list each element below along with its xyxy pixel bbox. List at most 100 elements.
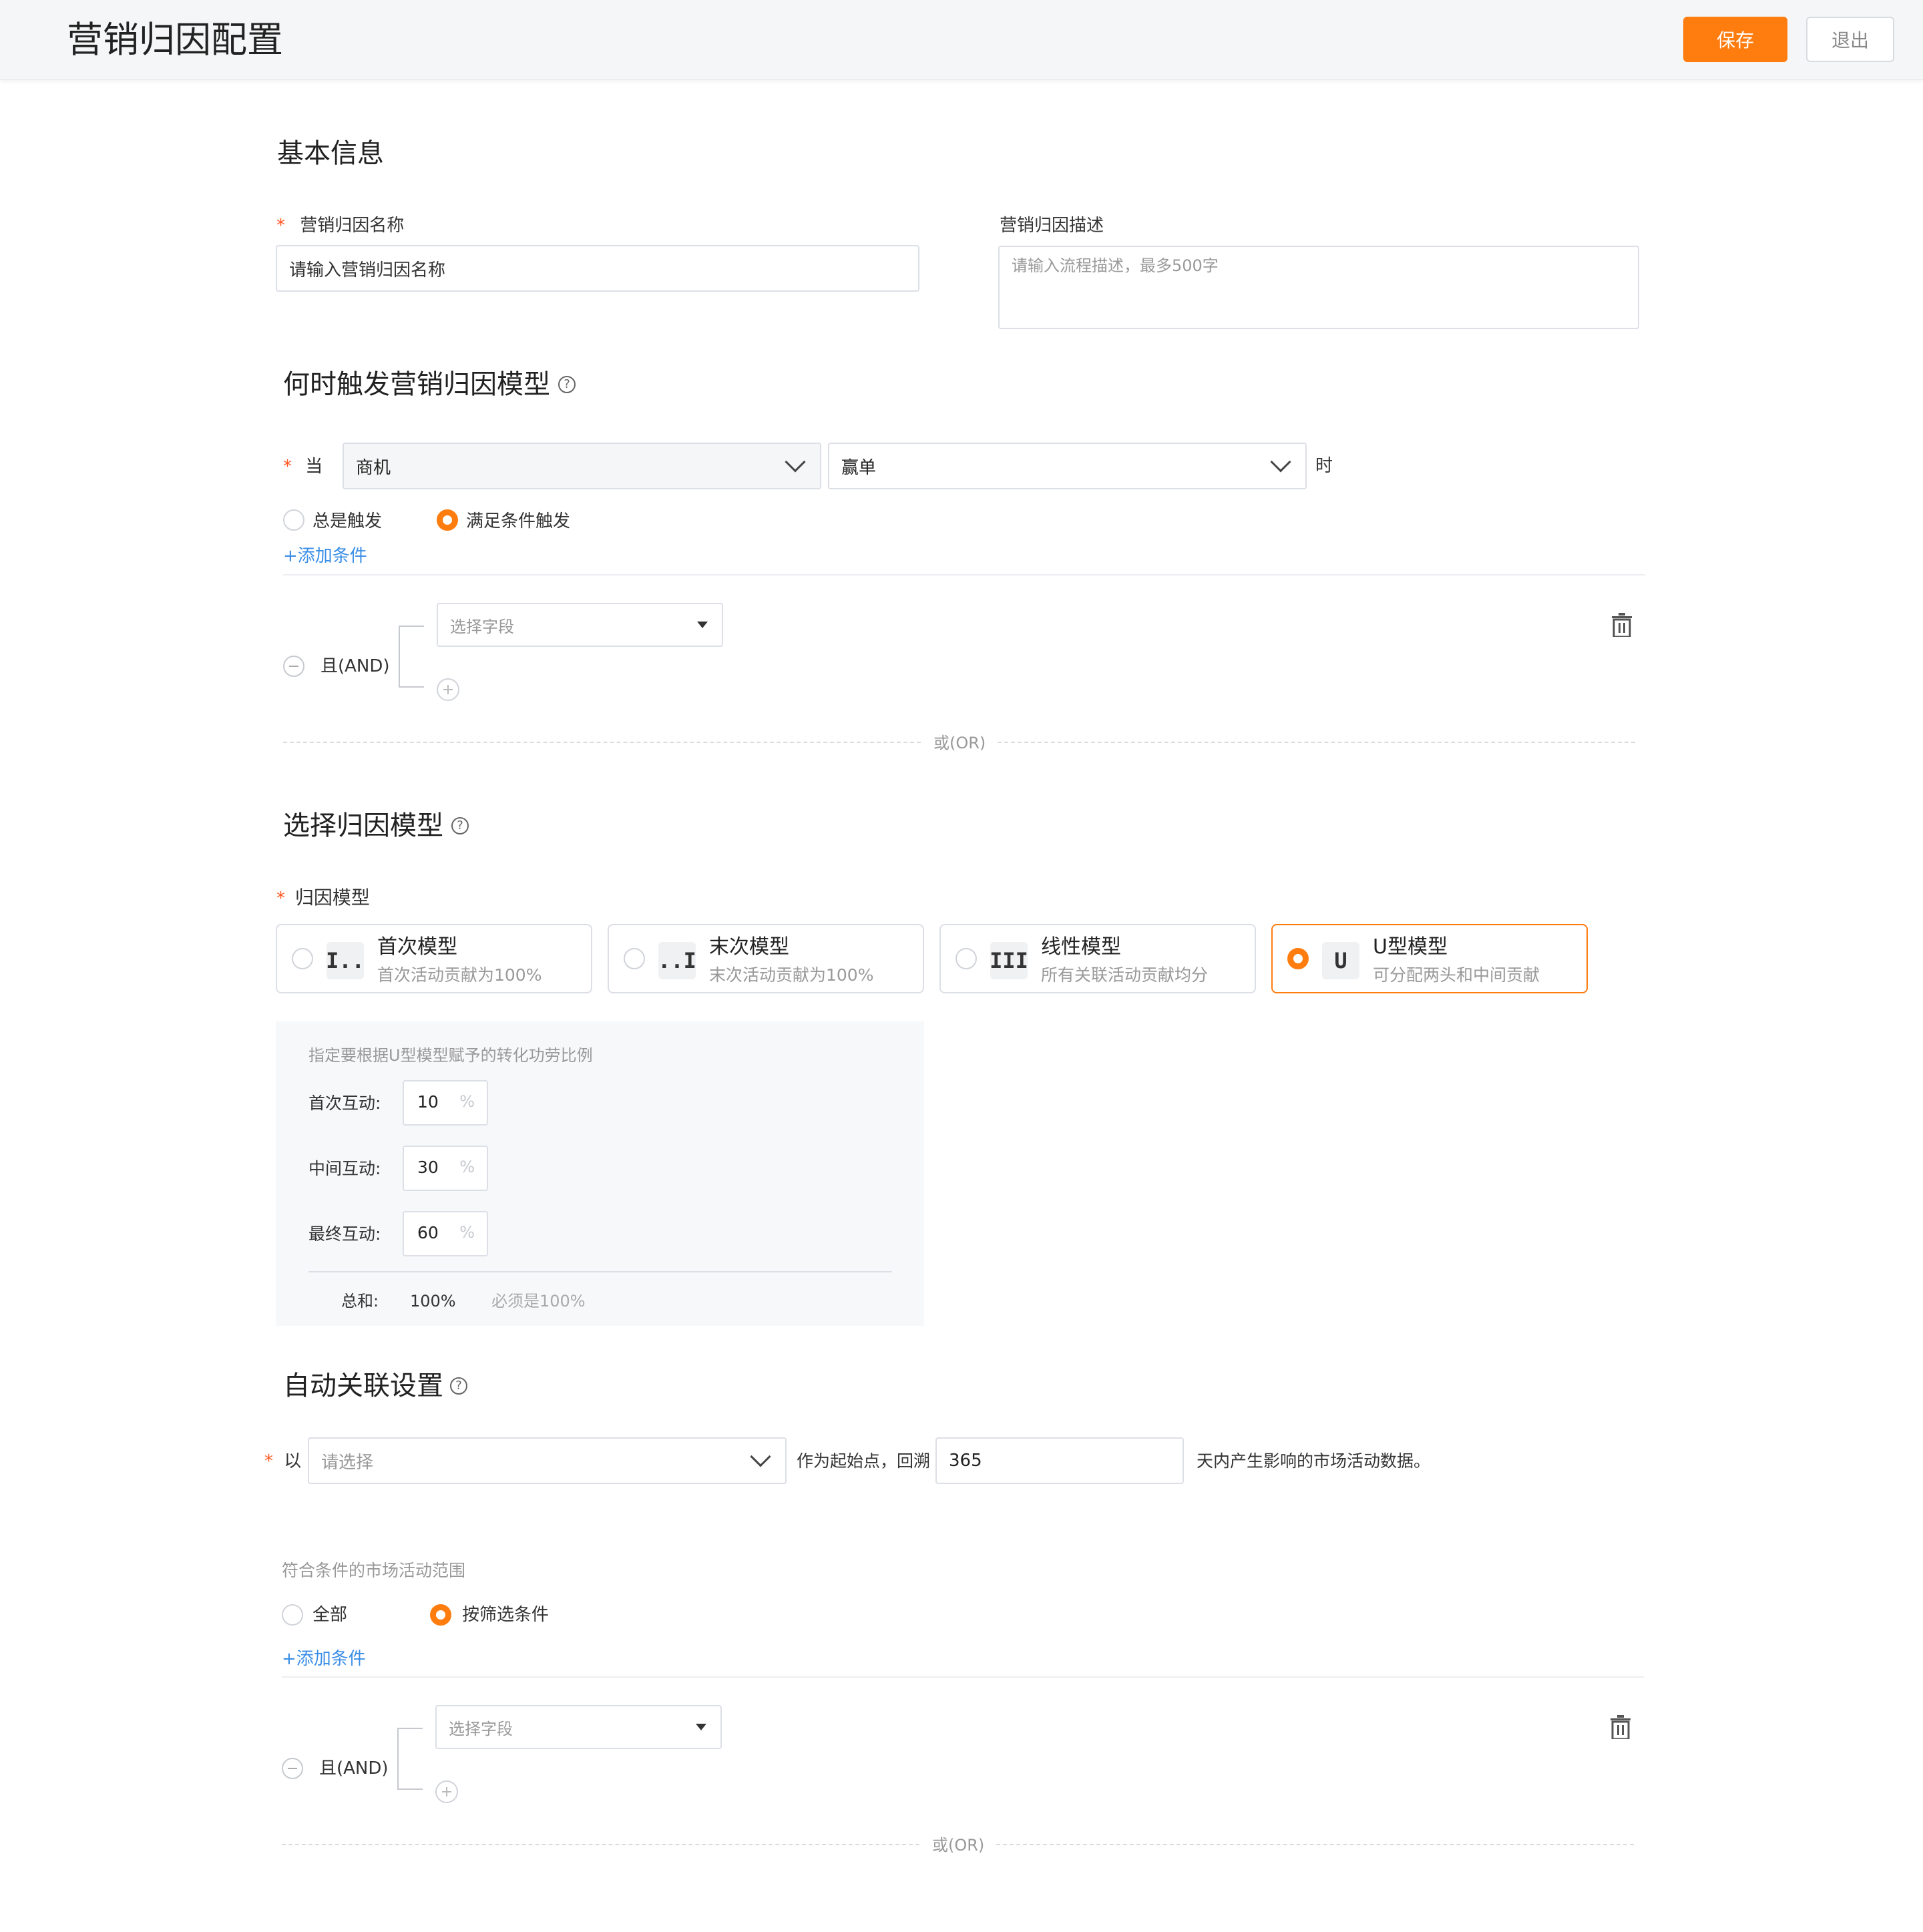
radio-always-trigger[interactable] bbox=[283, 509, 304, 531]
last-touch-value: 60 bbox=[417, 1223, 439, 1242]
lookback-suffix: 天内产生影响的市场活动数据。 bbox=[1197, 1451, 1431, 1471]
model-card[interactable]: U U型模型 可分配两头和中间贡献 bbox=[1271, 924, 1588, 993]
radio-filter[interactable] bbox=[430, 1604, 451, 1626]
name-label-text: 营销归因名称 bbox=[300, 216, 405, 236]
section-auto-association: 自动关联设置 bbox=[283, 1371, 443, 1401]
field-select-placeholder: 选择字段 bbox=[450, 617, 514, 636]
percent-unit: % bbox=[459, 1092, 475, 1111]
help-icon[interactable]: ? bbox=[451, 817, 469, 834]
chevron-down-icon bbox=[785, 451, 806, 473]
model-label: * 归因模型 bbox=[276, 886, 370, 911]
model-card-desc: 可分配两头和中间贡献 bbox=[1373, 965, 1540, 985]
radio-always-label: 总是触发 bbox=[312, 511, 383, 531]
last-touch-input[interactable]: 60 % bbox=[403, 1211, 488, 1256]
remove-group-icon[interactable] bbox=[282, 1758, 303, 1779]
linear-icon: III bbox=[990, 942, 1028, 979]
model-radio[interactable] bbox=[1287, 948, 1309, 969]
percent-unit: % bbox=[459, 1158, 475, 1176]
model-card-title: 末次模型 bbox=[709, 935, 789, 959]
model-label-text: 归因模型 bbox=[294, 887, 370, 909]
required-mark: * bbox=[283, 457, 292, 477]
page-title: 营销归因配置 bbox=[67, 19, 283, 61]
when-label: * 当 bbox=[283, 455, 323, 479]
model-card[interactable]: I.. 首次模型首次活动贡献为100% bbox=[276, 924, 592, 993]
section-basic-info: 基本信息 bbox=[277, 138, 384, 169]
add-condition-link[interactable]: +添加条件 bbox=[282, 1647, 366, 1671]
section-trigger: 何时触发营销归因模型 bbox=[283, 369, 550, 400]
model-card[interactable]: ..I 末次模型末次活动贡献为100% bbox=[608, 924, 924, 993]
model-card[interactable]: III 线性模型所有关联活动贡献均分 bbox=[939, 924, 1256, 993]
add-rule-icon[interactable] bbox=[437, 678, 459, 701]
chevron-down-icon bbox=[1270, 451, 1291, 473]
start-label-text: 以 bbox=[284, 1451, 302, 1471]
lookback-days-value: 365 bbox=[949, 1451, 982, 1471]
desc-label: 营销归因描述 bbox=[1000, 216, 1104, 236]
start-label: * 以 bbox=[264, 1449, 301, 1473]
help-icon[interactable]: ? bbox=[558, 376, 576, 393]
required-mark: * bbox=[276, 216, 285, 236]
first-touch-icon: I.. bbox=[326, 942, 365, 979]
save-button[interactable]: 保存 bbox=[1683, 17, 1787, 62]
delete-trash-icon[interactable] bbox=[1612, 613, 1632, 637]
chevron-down-icon bbox=[750, 1446, 771, 1467]
remove-group-icon[interactable] bbox=[283, 656, 304, 677]
desc-placeholder: 请输入流程描述，最多500字 bbox=[1012, 256, 1219, 275]
middle-touch-label: 中间互动: bbox=[308, 1159, 381, 1178]
required-mark: * bbox=[276, 889, 285, 909]
stage-select[interactable]: 赢单 bbox=[828, 443, 1307, 489]
and-bracket bbox=[399, 626, 424, 688]
divider bbox=[282, 1676, 1644, 1678]
name-input[interactable]: 请输入营销归因名称 bbox=[276, 245, 919, 292]
caret-down-icon bbox=[696, 1724, 706, 1730]
section-model: 选择归因模型 bbox=[283, 810, 443, 841]
model-radio[interactable] bbox=[955, 948, 977, 969]
model-radio[interactable] bbox=[292, 948, 313, 969]
or-label: 或(OR) bbox=[932, 1836, 985, 1855]
last-touch-label: 最终互动: bbox=[308, 1224, 381, 1244]
last-touch-icon: ..I bbox=[658, 942, 696, 979]
start-point-select[interactable]: 请选择 bbox=[308, 1437, 787, 1484]
sum-hint: 必须是100% bbox=[491, 1292, 586, 1310]
or-divider-left bbox=[283, 742, 921, 743]
sum-divider bbox=[308, 1271, 892, 1272]
scope-label: 符合条件的市场活动范围 bbox=[282, 1561, 466, 1580]
field-select[interactable]: 选择字段 bbox=[435, 1705, 722, 1749]
and-bracket bbox=[397, 1728, 423, 1790]
first-touch-input[interactable]: 10 % bbox=[403, 1080, 488, 1126]
model-card-title: 首次模型 bbox=[377, 935, 457, 959]
delete-trash-icon[interactable] bbox=[1611, 1715, 1631, 1739]
model-card-desc: 所有关联活动贡献均分 bbox=[1041, 965, 1209, 985]
radio-all[interactable] bbox=[282, 1604, 303, 1626]
middle-touch-input[interactable]: 30 % bbox=[403, 1146, 488, 1191]
add-condition-link[interactable]: +添加条件 bbox=[283, 544, 367, 568]
caret-down-icon bbox=[697, 622, 708, 628]
name-label: * 营销归因名称 bbox=[276, 214, 404, 238]
sum-label: 总和: bbox=[341, 1292, 379, 1310]
ratio-hint: 指定要根据U型模型赋予的转化功劳比例 bbox=[308, 1046, 593, 1065]
field-select[interactable]: 选择字段 bbox=[437, 603, 723, 647]
lookback-days-input[interactable]: 365 bbox=[935, 1437, 1184, 1484]
model-card-desc: 首次活动贡献为100% bbox=[377, 965, 542, 985]
model-card-title: 线性模型 bbox=[1041, 935, 1121, 959]
when-label-text: 当 bbox=[305, 457, 323, 477]
sum-value: 100% bbox=[410, 1292, 456, 1310]
object-select[interactable]: 商机 bbox=[343, 443, 821, 489]
or-divider-left bbox=[282, 1844, 919, 1845]
top-header bbox=[0, 0, 1923, 80]
lookback-text: 作为起始点，回溯 bbox=[797, 1451, 931, 1471]
radio-filter-label: 按筛选条件 bbox=[462, 1605, 550, 1625]
model-radio[interactable] bbox=[624, 948, 645, 969]
stage-select-value: 赢单 bbox=[841, 457, 877, 478]
object-select-value: 商机 bbox=[356, 457, 391, 478]
radio-all-label: 全部 bbox=[312, 1605, 348, 1625]
help-icon[interactable]: ? bbox=[450, 1377, 467, 1395]
radio-condition-trigger[interactable] bbox=[437, 509, 458, 531]
radio-condition-label: 满足条件触发 bbox=[466, 511, 571, 531]
desc-textarea[interactable]: 请输入流程描述，最多500字 bbox=[998, 246, 1639, 329]
and-label: 且(AND) bbox=[319, 1758, 389, 1778]
and-label: 且(AND) bbox=[320, 656, 390, 676]
field-select-placeholder: 选择字段 bbox=[449, 1719, 513, 1738]
model-card-desc: 末次活动贡献为100% bbox=[709, 965, 874, 985]
exit-button[interactable]: 退出 bbox=[1806, 17, 1894, 62]
add-rule-icon[interactable] bbox=[435, 1780, 458, 1803]
